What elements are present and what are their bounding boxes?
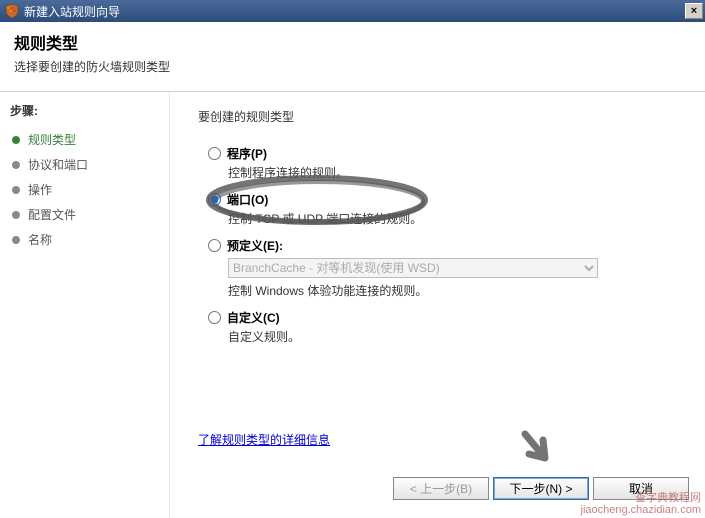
step-label: 名称 — [28, 231, 52, 248]
step-profile[interactable]: 配置文件 — [10, 202, 159, 227]
next-button[interactable]: 下一步(N) > — [493, 477, 589, 500]
radio-custom[interactable] — [208, 311, 221, 324]
step-name[interactable]: 名称 — [10, 227, 159, 252]
option-custom[interactable]: 自定义(C) — [208, 309, 681, 326]
page-title: 规则类型 — [14, 30, 691, 54]
step-bullet-icon — [12, 161, 20, 169]
learn-more-link[interactable]: 了解规则类型的详细信息 — [198, 431, 330, 448]
option-program[interactable]: 程序(P) — [208, 145, 681, 162]
option-desc: 控制 TCP 或 UDP 端口连接的规则。 — [228, 210, 681, 227]
wizard-button-bar: < 上一步(B) 下一步(N) > 取消 — [393, 477, 689, 500]
step-action[interactable]: 操作 — [10, 177, 159, 202]
wizard-header: 规则类型 选择要创建的防火墙规则类型 — [0, 22, 705, 92]
predefined-select[interactable]: BranchCache - 对等机发现(使用 WSD) — [228, 258, 598, 278]
wizard-main-panel: 要创建的规则类型 程序(P) 控制程序连接的规则。 端口(O) 控制 TCP 或… — [170, 92, 705, 518]
option-port[interactable]: 端口(O) — [208, 191, 681, 208]
window-title: 新建入站规则向导 — [24, 3, 685, 20]
step-label: 配置文件 — [28, 206, 76, 223]
step-label: 协议和端口 — [28, 156, 88, 173]
step-protocol-and-ports[interactable]: 协议和端口 — [10, 152, 159, 177]
steps-sidebar: 步骤: 规则类型 协议和端口 操作 配置文件 名称 — [0, 92, 170, 518]
cancel-button[interactable]: 取消 — [593, 477, 689, 500]
option-label: 程序(P) — [227, 145, 267, 162]
radio-predefined[interactable] — [208, 239, 221, 252]
step-bullet-icon — [12, 236, 20, 244]
option-desc: 控制程序连接的规则。 — [228, 164, 681, 181]
radio-program[interactable] — [208, 147, 221, 160]
step-label: 规则类型 — [28, 131, 76, 148]
predefined-combo-wrapper: BranchCache - 对等机发现(使用 WSD) — [228, 258, 598, 278]
radio-port[interactable] — [208, 193, 221, 206]
option-desc: 控制 Windows 体验功能连接的规则。 — [228, 282, 681, 299]
steps-heading: 步骤: — [10, 102, 159, 119]
option-label: 自定义(C) — [227, 309, 280, 326]
close-button[interactable]: × — [685, 3, 703, 19]
step-bullet-icon — [12, 211, 20, 219]
option-label: 预定义(E): — [227, 237, 283, 254]
step-label: 操作 — [28, 181, 52, 198]
step-bullet-icon — [12, 136, 20, 144]
option-predefined[interactable]: 预定义(E): — [208, 237, 681, 254]
option-desc: 自定义规则。 — [228, 328, 681, 345]
firewall-shield-icon — [4, 3, 20, 19]
option-label: 端口(O) — [227, 191, 268, 208]
page-subtitle: 选择要创建的防火墙规则类型 — [14, 58, 691, 75]
wizard-body: 步骤: 规则类型 协议和端口 操作 配置文件 名称 要创建的规则类型 程序(P)… — [0, 92, 705, 518]
back-button[interactable]: < 上一步(B) — [393, 477, 489, 500]
step-bullet-icon — [12, 186, 20, 194]
title-bar: 新建入站规则向导 × — [0, 0, 705, 22]
section-title: 要创建的规则类型 — [198, 108, 681, 125]
step-rule-type[interactable]: 规则类型 — [10, 127, 159, 152]
